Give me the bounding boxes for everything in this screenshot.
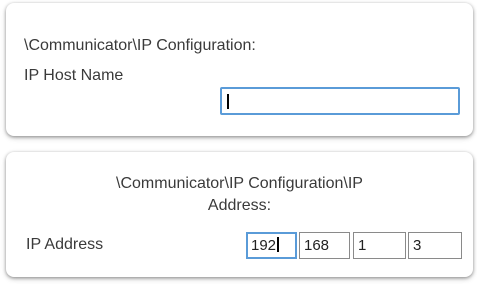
ip-octet-3-value: 1 [358, 237, 367, 254]
ip-octet-2-input[interactable]: 168 [299, 232, 350, 259]
ip-octet-3-input[interactable]: 1 [353, 232, 406, 259]
ip-address-panel: \Communicator\IP Configuration\IP Addres… [6, 152, 473, 277]
ip-address-label: IP Address [26, 236, 104, 253]
text-caret [277, 237, 279, 252]
text-caret [227, 94, 229, 109]
ip-address-panel-title-line1: \Communicator\IP Configuration\IP [116, 175, 363, 192]
ip-octet-1-input[interactable]: 192 [246, 232, 297, 259]
ip-address-panel-title-line2: Address: [207, 197, 272, 214]
ip-host-name-label: IP Host Name [24, 67, 124, 84]
ip-octet-4-value: 3 [413, 237, 422, 254]
ip-host-name-input[interactable] [220, 87, 460, 115]
ip-address-panel-title: \Communicator\IP Configuration\IP Addres… [6, 173, 473, 217]
ip-octet-1-value: 192 [251, 237, 277, 254]
ip-octet-4-input[interactable]: 3 [408, 232, 462, 259]
hostname-panel-title: \Communicator\IP Configuration: [24, 37, 256, 54]
hostname-panel: \Communicator\IP Configuration: IP Host … [6, 3, 473, 136]
ip-octet-2-value: 168 [304, 237, 330, 254]
